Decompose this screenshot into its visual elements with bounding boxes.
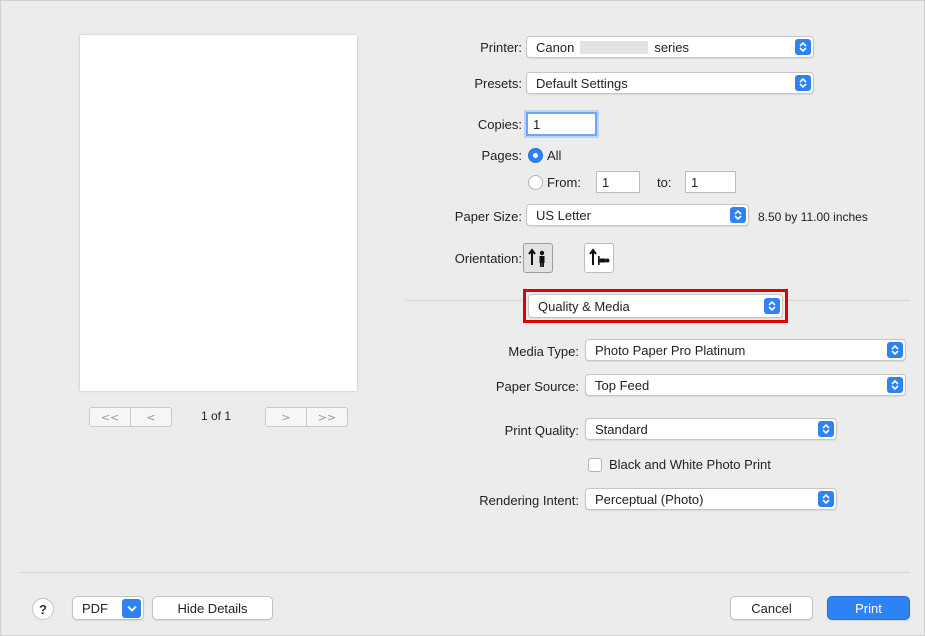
next-page-button[interactable]: > — [266, 408, 306, 426]
pager-forward-group: > >> — [265, 407, 348, 427]
stepper-icon — [730, 207, 746, 223]
orientation-portrait-button[interactable] — [523, 243, 553, 273]
bw-photo-print-label: Black and White Photo Print — [609, 457, 771, 472]
portrait-orientation-icon — [528, 248, 545, 267]
paper-size-dimensions: 8.50 by 11.00 inches — [758, 210, 868, 224]
chevron-right-icon: > — [281, 410, 291, 424]
chevron-left-icon: < — [146, 410, 156, 424]
printer-name-prefix: Canon — [536, 39, 575, 55]
presets-value: Default Settings — [536, 75, 628, 91]
last-page-button[interactable]: >> — [306, 408, 347, 426]
print-quality-value: Standard — [595, 421, 648, 437]
print-button[interactable]: Print — [827, 596, 910, 620]
rendering-intent-value: Perceptual (Photo) — [595, 491, 704, 507]
stepper-icon — [887, 342, 903, 358]
paper-size-popup[interactable]: US Letter — [526, 204, 749, 226]
copies-field[interactable]: 1 — [526, 112, 597, 136]
printer-name-suffix: series — [654, 39, 689, 55]
page-preview — [80, 35, 357, 391]
stepper-icon — [795, 75, 811, 91]
presets-popup[interactable]: Default Settings — [526, 72, 814, 94]
orientation-landscape-button[interactable] — [584, 243, 614, 273]
landscape-orientation-icon — [589, 248, 610, 265]
pager-back-group: << < — [89, 407, 172, 427]
hide-details-button[interactable]: Hide Details — [152, 596, 273, 620]
rendering-intent-popup[interactable]: Perceptual (Photo) — [585, 488, 837, 510]
cancel-button[interactable]: Cancel — [730, 596, 813, 620]
copies-label: Copies: — [477, 117, 522, 132]
pdf-label: PDF — [82, 600, 108, 616]
stepper-icon — [818, 491, 834, 507]
section-divider-right — [788, 300, 910, 301]
stepper-icon — [764, 298, 780, 314]
print-quality-popup[interactable]: Standard — [585, 418, 837, 440]
pages-to-label: to: — [657, 175, 672, 190]
help-icon: ? — [39, 601, 47, 617]
pages-label: Pages: — [481, 148, 522, 163]
double-chevron-left-icon: << — [100, 410, 120, 424]
pages-from-label: From: — [547, 175, 581, 190]
paper-size-value: US Letter — [536, 207, 591, 223]
page-counter: 1 of 1 — [201, 409, 232, 423]
print-quality-label: Print Quality: — [504, 423, 579, 438]
media-type-label: Media Type: — [508, 344, 579, 359]
bw-photo-print-checkbox[interactable] — [588, 458, 602, 472]
printer-model-redacted — [580, 40, 649, 54]
media-type-popup[interactable]: Photo Paper Pro Platinum — [585, 339, 906, 361]
paper-source-label: Paper Source: — [495, 379, 579, 394]
stepper-icon — [887, 377, 903, 393]
pages-from-radio[interactable] — [528, 175, 543, 190]
orientation-label: Orientation: — [454, 251, 522, 266]
printer-label: Printer: — [480, 40, 522, 55]
stepper-icon — [795, 39, 811, 55]
print-dialog: << < 1 of 1 > >> Printer: Canon series P… — [0, 0, 925, 636]
paper-source-popup[interactable]: Top Feed — [585, 374, 906, 396]
section-popup-value: Quality & Media — [538, 298, 630, 314]
section-divider-left — [405, 300, 523, 301]
double-chevron-right-icon: >> — [317, 410, 337, 424]
previous-page-button[interactable]: < — [130, 408, 171, 426]
stepper-icon — [818, 421, 834, 437]
chevron-down-icon — [122, 599, 141, 618]
media-type-value: Photo Paper Pro Platinum — [595, 342, 746, 358]
pages-all-label: All — [547, 148, 562, 163]
printer-popup[interactable]: Canon series — [526, 36, 814, 58]
help-button[interactable]: ? — [32, 598, 54, 620]
presets-label: Presets: — [474, 76, 522, 91]
pages-to-field[interactable]: 1 — [685, 171, 736, 193]
paper-size-label: Paper Size: — [454, 209, 522, 224]
first-page-button[interactable]: << — [90, 408, 130, 426]
footer-divider — [19, 572, 910, 573]
paper-source-value: Top Feed — [595, 377, 650, 393]
rendering-intent-label: Rendering Intent: — [479, 493, 579, 508]
pages-all-radio[interactable] — [528, 148, 543, 163]
section-popup[interactable]: Quality & Media — [528, 294, 783, 318]
pages-from-field[interactable]: 1 — [596, 171, 640, 193]
